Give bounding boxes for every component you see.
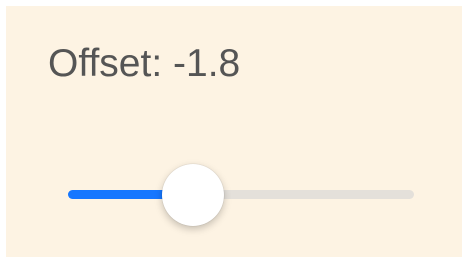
slider-thumb[interactable] — [162, 164, 224, 226]
offset-readout: Offset: -1.8 — [48, 42, 240, 86]
offset-label: Offset: — [48, 42, 163, 85]
offset-slider[interactable] — [68, 164, 414, 226]
offset-value: -1.8 — [173, 42, 241, 85]
offset-panel: Offset: -1.8 — [6, 6, 462, 257]
